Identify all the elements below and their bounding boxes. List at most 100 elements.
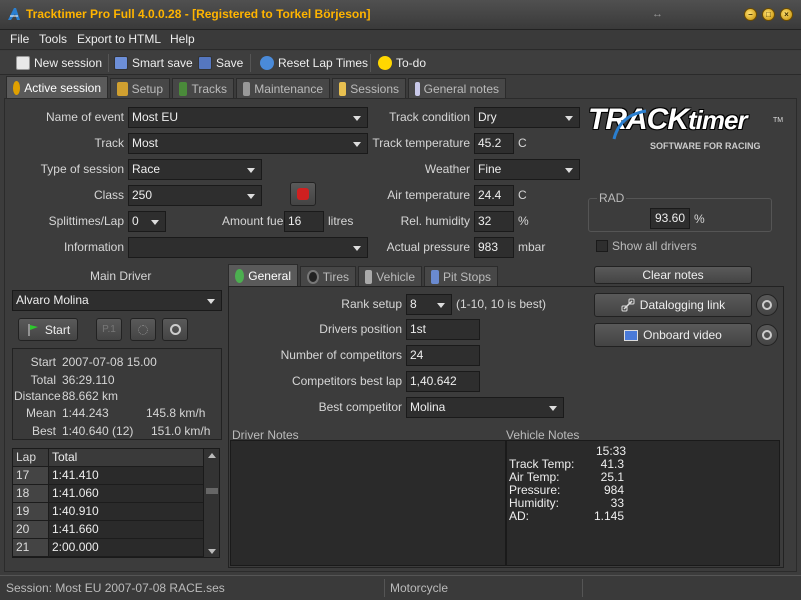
gear-icon [762,300,772,310]
fuel-unit-label: litres [328,214,354,228]
vehicle-note-key: Track Temp: [509,457,575,471]
start-button[interactable]: Start [18,318,78,341]
close-button[interactable]: × [780,8,793,21]
number-of-competitors-field[interactable]: 24 [406,345,480,366]
notes-icon [415,81,420,96]
subtab-pit-stops[interactable]: Pit Stops [424,266,498,286]
menu-file[interactable]: File [10,32,29,46]
split-button[interactable] [130,318,156,341]
minimize-button[interactable]: – [744,8,757,21]
lap-grid-scrollbar[interactable] [203,449,219,557]
new-session-button[interactable]: New session [16,54,102,72]
splittimes-combo[interactable]: 0 [128,211,166,232]
save-button[interactable]: Save [198,54,243,72]
competitors-best-lap-label: Competitors best lap [291,374,402,388]
green-flag-icon [28,323,38,336]
menu-help[interactable]: Help [170,32,195,46]
scroll-up-icon[interactable] [207,453,216,458]
app-logo-icon [8,8,20,20]
onboard-video-button[interactable]: Onboard video [594,323,752,347]
smart-save-icon [114,56,128,70]
main-driver-combo[interactable]: Alvaro Molina [12,290,222,311]
information-combo[interactable] [128,237,368,258]
name-of-event-combo[interactable]: Most EU [128,107,368,128]
toolbar: New session Smart save Save Reset Lap Ti… [0,51,801,75]
lap-column-header[interactable]: Lap [13,449,49,466]
mean-label: Mean [25,406,56,420]
lap-grid-header: Lap Total [13,449,219,467]
air-temperature-field[interactable]: 24.4 [474,185,514,206]
track-temp-unit: C [518,136,527,150]
link-icon [621,298,635,312]
track-condition-combo[interactable]: Dry [474,107,580,128]
total-column-header[interactable]: Total [49,449,219,466]
tab-active-session[interactable]: Active session [6,76,108,98]
todo-button[interactable]: To-do [378,54,426,72]
floppy-disk-icon [198,56,212,70]
setup-icon [117,81,128,96]
amount-fuel-field[interactable]: 16 [284,211,324,232]
toolbar-separator [108,54,109,72]
reset-lap-times-button[interactable]: Reset Lap Times [260,54,368,72]
show-all-drivers-checkbox[interactable] [596,240,608,252]
scroll-down-icon[interactable] [207,549,216,554]
best-label: Best [31,424,56,438]
p1-button[interactable]: P.1 [96,318,122,341]
best-value: 1:40.640 (12) [62,424,134,438]
maximize-button[interactable]: □ [762,8,775,21]
tab-maintenance[interactable]: Maintenance [236,78,330,98]
distance-label: Distance [14,389,61,403]
status-bar: Session: Most EU 2007-07-08 RACE.ses Mot… [0,575,801,600]
rank-setup-combo[interactable]: 8 [406,294,452,315]
driver-notes-textarea[interactable] [230,440,506,566]
actual-pressure-field[interactable]: 983 [474,237,514,258]
datalogging-settings-button[interactable] [756,294,778,316]
tab-general-notes[interactable]: General notes [408,78,506,98]
class-color-button[interactable] [290,182,316,206]
vehicle-icon [365,269,373,284]
subtab-general[interactable]: General [228,264,298,286]
class-combo[interactable]: 250 [128,185,262,206]
video-settings-button[interactable] [756,324,778,346]
lap-row[interactable]: 20 1:41.660 [13,521,219,539]
rank-setup-label: Rank setup [341,297,402,311]
tab-tracks[interactable]: Tracks [172,78,234,98]
mean-speed: 145.8 km/h [146,406,206,420]
lap-row[interactable]: 17 1:41.410 [13,467,219,485]
rel-humidity-field[interactable]: 32 [474,211,514,232]
lap-row[interactable]: 18 1:41.060 [13,485,219,503]
film-icon [624,329,639,341]
type-of-session-combo[interactable]: Race [128,159,262,180]
subtab-vehicle[interactable]: Vehicle [358,266,422,286]
clear-notes-button[interactable]: Clear notes [594,266,752,284]
number-of-competitors-label: Number of competitors [280,348,402,362]
rad-value: 93.60 [650,208,690,229]
menu-tools[interactable]: Tools [39,32,67,46]
logo-tagline: SOFTWARE FOR RACING [650,141,761,151]
competitors-best-lap-field[interactable]: 1,40.642 [406,371,480,392]
track-combo[interactable]: Most [128,133,368,154]
tire-icon [307,269,319,284]
lightbulb-icon [378,56,392,70]
weather-label: Weather [424,162,470,176]
datalogging-link-button[interactable]: Datalogging link [594,293,752,317]
subtab-tires[interactable]: Tires [300,266,356,286]
best-competitor-combo[interactable]: Molina [406,397,564,418]
new-document-icon [16,56,30,70]
lap-row[interactable]: 19 1:40.910 [13,503,219,521]
rad-unit: % [694,212,705,226]
scroll-thumb[interactable] [205,488,218,494]
lap-row[interactable]: 21 2:00.000 [13,539,219,557]
stopwatch-button[interactable] [162,318,188,341]
smart-save-button[interactable]: Smart save [114,54,193,72]
logo-swoosh-icon [612,109,647,140]
tab-setup[interactable]: Setup [110,78,170,98]
best-competitor-label: Best competitor [318,400,402,414]
pressure-unit: mbar [518,240,546,254]
track-temperature-field[interactable]: 45.2 [474,133,514,154]
tab-sessions[interactable]: Sessions [332,78,406,98]
vehicle-note-value: 984 [603,483,624,497]
weather-combo[interactable]: Fine [474,159,580,180]
menu-export-html[interactable]: Export to HTML [77,32,161,46]
drivers-position-field[interactable]: 1st [406,319,480,340]
